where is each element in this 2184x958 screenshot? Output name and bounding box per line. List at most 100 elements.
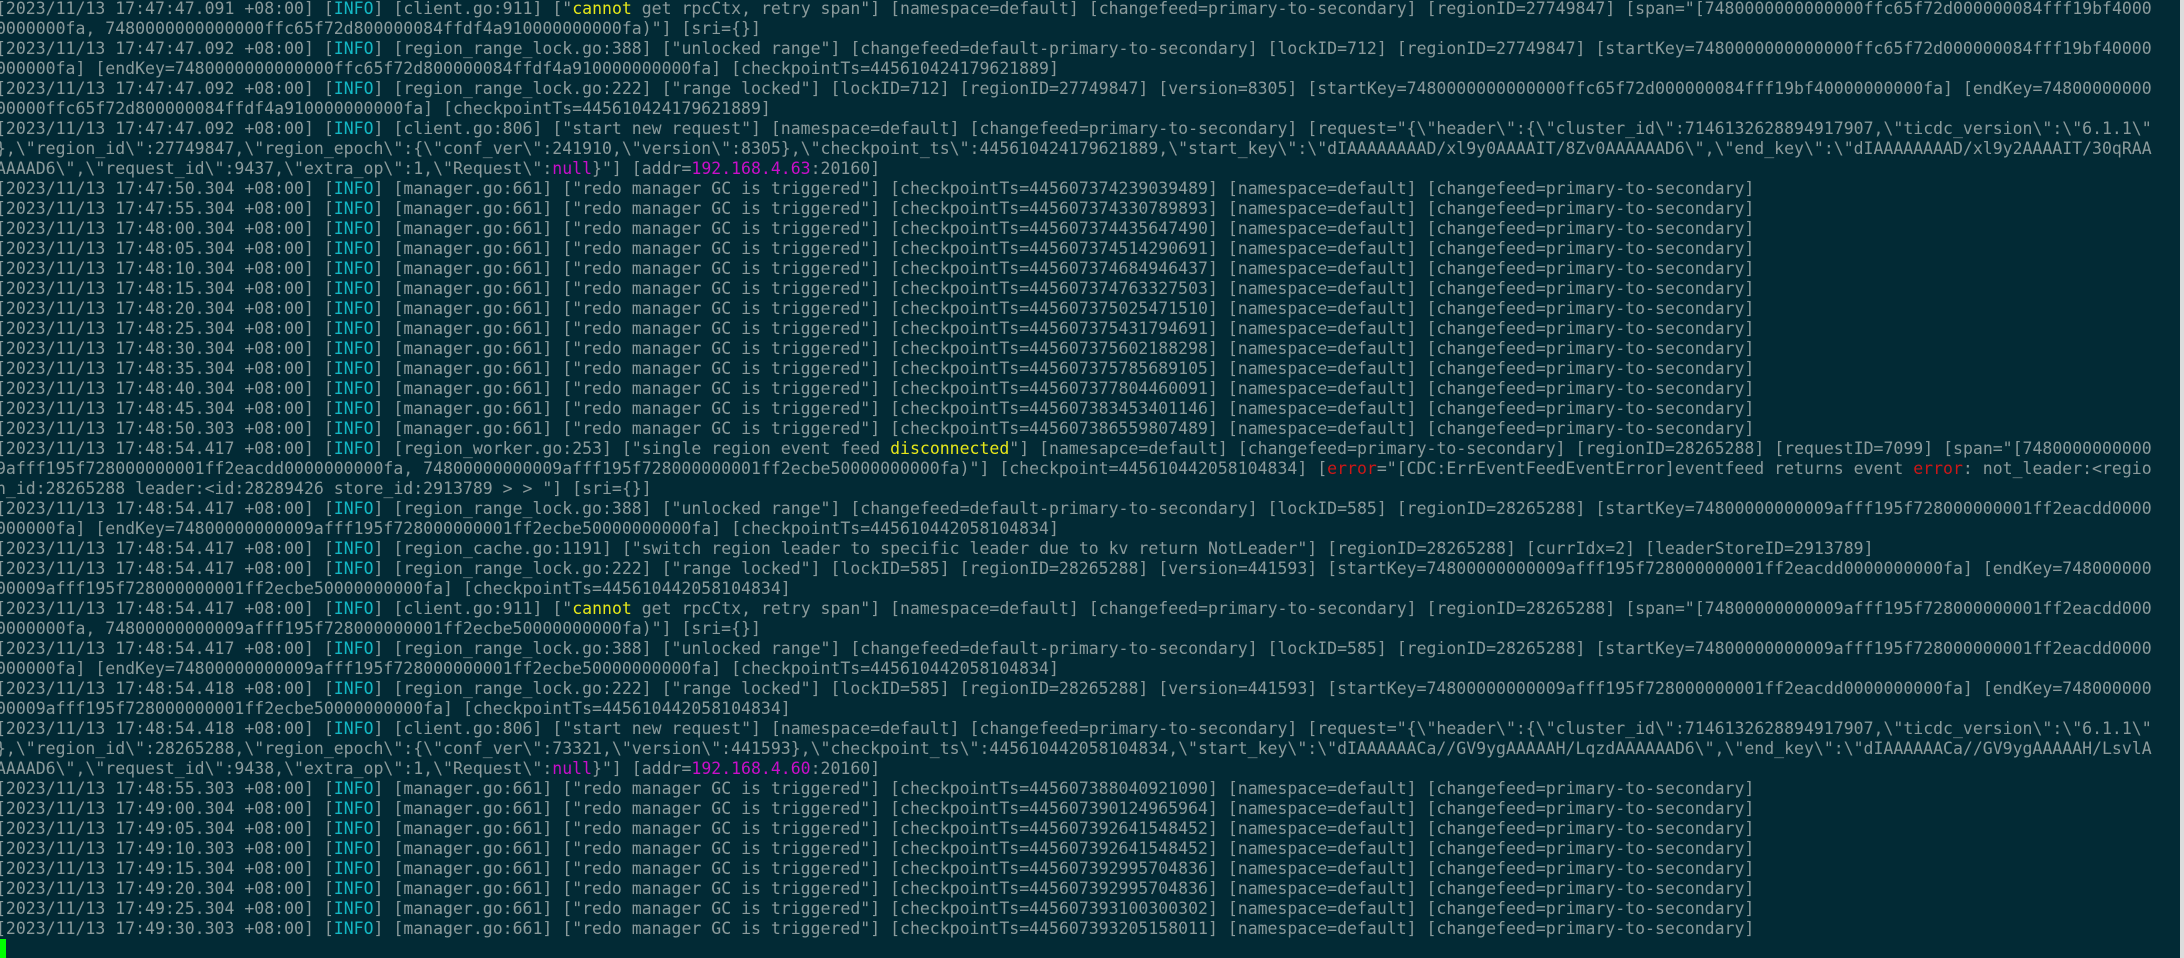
log-text: 000000fa] [endKey=74800000000009afff195f… — [0, 659, 1059, 678]
log-line: AAAAD6\",\"request_id\":9438,\"extra_op\… — [0, 759, 880, 779]
log-line: [2023/11/13 17:47:47.091 +08:00] [INFO] … — [0, 0, 2152, 19]
log-level: INFO — [333, 599, 374, 618]
literal-value: null — [552, 159, 593, 178]
log-line: },\"region_id\":28265288,\"region_epoch\… — [0, 739, 2152, 759]
log-text: n_id:28265288 leader:<id:28289426 store_… — [0, 479, 652, 498]
log-text: ] [manager.go:661] ["redo manager GC is … — [373, 879, 1755, 898]
log-line: [2023/11/13 17:48:54.417 +08:00] [INFO] … — [0, 599, 2152, 619]
log-text: ] [manager.go:661] ["redo manager GC is … — [373, 239, 1755, 258]
log-text: [2023/11/13 17:47:55.304 +08:00] [ — [0, 199, 334, 218]
log-text: ] [manager.go:661] ["redo manager GC is … — [373, 379, 1755, 398]
log-level: INFO — [333, 639, 374, 658]
log-text: AAAAD6\",\"request_id\":9438,\"extra_op\… — [0, 759, 553, 778]
log-level: INFO — [333, 839, 374, 858]
log-text: ] [manager.go:661] ["redo manager GC is … — [373, 919, 1755, 938]
log-text: ] [manager.go:661] ["redo manager GC is … — [373, 799, 1755, 818]
log-text: ] [region_range_lock.go:388] ["unlocked … — [373, 639, 2152, 658]
log-line: [2023/11/13 17:47:47.092 +08:00] [INFO] … — [0, 119, 2152, 139]
log-text: }"] [addr= — [592, 759, 692, 778]
log-text: ] [manager.go:661] ["redo manager GC is … — [373, 259, 1755, 278]
log-text: }"] [addr= — [592, 159, 692, 178]
log-line: [2023/11/13 17:48:30.304 +08:00] [INFO] … — [0, 339, 1754, 359]
log-text: ] [region_worker.go:253] ["single region… — [373, 439, 891, 458]
log-line: 9afff195f728000000001ff2eacdd0000000000f… — [0, 459, 2152, 479]
log-text: "] [namesapce=default] [changefeed=prima… — [1009, 439, 2152, 458]
log-text: ] [client.go:911] [" — [373, 599, 573, 618]
log-level: INFO — [333, 319, 374, 338]
log-line: [2023/11/13 17:47:55.304 +08:00] [INFO] … — [0, 199, 1754, 219]
log-text: [2023/11/13 17:48:40.304 +08:00] [ — [0, 379, 334, 398]
log-line: 0000000fa, 7480000000000000ffc65f72d8000… — [0, 19, 761, 39]
log-text: [2023/11/13 17:48:00.304 +08:00] [ — [0, 219, 334, 238]
log-line: [2023/11/13 17:48:40.304 +08:00] [INFO] … — [0, 379, 1754, 399]
log-text: [2023/11/13 17:48:54.417 +08:00] [ — [0, 639, 334, 658]
log-text: [2023/11/13 17:48:25.304 +08:00] [ — [0, 319, 334, 338]
log-text: [2023/11/13 17:48:50.303 +08:00] [ — [0, 419, 334, 438]
log-text: [2023/11/13 17:48:15.304 +08:00] [ — [0, 279, 334, 298]
log-text: [2023/11/13 17:48:10.304 +08:00] [ — [0, 259, 334, 278]
log-line: [2023/11/13 17:48:50.303 +08:00] [INFO] … — [0, 419, 1754, 439]
log-level: INFO — [333, 179, 374, 198]
log-text: [2023/11/13 17:48:05.304 +08:00] [ — [0, 239, 334, 258]
log-text: ] [manager.go:661] ["redo manager GC is … — [373, 359, 1755, 378]
log-level: INFO — [333, 499, 374, 518]
log-line: [2023/11/13 17:48:54.418 +08:00] [INFO] … — [0, 719, 2152, 739]
log-level: INFO — [333, 219, 374, 238]
log-text: ] [manager.go:661] ["redo manager GC is … — [373, 419, 1755, 438]
log-text: [2023/11/13 17:48:54.417 +08:00] [ — [0, 499, 334, 518]
log-line: 00000ffc65f72d800000084ffdf4a91000000000… — [0, 99, 771, 119]
log-text: ] [manager.go:661] ["redo manager GC is … — [373, 839, 1755, 858]
log-text: ] [manager.go:661] ["redo manager GC is … — [373, 299, 1755, 318]
log-level: INFO — [333, 879, 374, 898]
error-keyword: error — [1327, 459, 1377, 478]
log-text: [2023/11/13 17:48:54.417 +08:00] [ — [0, 539, 334, 558]
log-text: ] [manager.go:661] ["redo manager GC is … — [373, 219, 1755, 238]
log-text: :20160] — [810, 159, 881, 178]
log-text: [2023/11/13 17:49:25.304 +08:00] [ — [0, 899, 334, 918]
log-line: n_id:28265288 leader:<id:28289426 store_… — [0, 479, 652, 499]
log-line: [2023/11/13 17:48:54.418 +08:00] [INFO] … — [0, 679, 2152, 699]
log-text: [2023/11/13 17:49:15.304 +08:00] [ — [0, 859, 334, 878]
log-line: [2023/11/13 17:48:54.417 +08:00] [INFO] … — [0, 559, 2152, 579]
log-line: [2023/11/13 17:49:30.303 +08:00] [INFO] … — [0, 919, 1754, 939]
log-line: [2023/11/13 17:49:15.304 +08:00] [INFO] … — [0, 859, 1754, 879]
log-line: [2023/11/13 17:49:05.304 +08:00] [INFO] … — [0, 819, 1754, 839]
literal-value: 192.168.4.60 — [691, 759, 811, 778]
log-level: INFO — [333, 239, 374, 258]
log-text: [2023/11/13 17:48:55.303 +08:00] [ — [0, 779, 334, 798]
window-border — [2180, 0, 2184, 958]
log-level: INFO — [333, 0, 374, 18]
log-level: INFO — [333, 259, 374, 278]
log-text: ] [manager.go:661] ["redo manager GC is … — [373, 819, 1755, 838]
log-level: INFO — [333, 199, 374, 218]
literal-value: 192.168.4.63 — [691, 159, 811, 178]
highlight-keyword: disconnected — [890, 439, 1010, 458]
log-text: [2023/11/13 17:47:47.091 +08:00] [ — [0, 0, 334, 18]
log-text: get rpcCtx, retry span"] [namespace=defa… — [631, 0, 2152, 18]
log-text: [2023/11/13 17:48:45.304 +08:00] [ — [0, 399, 334, 418]
log-text: },\"region_id\":27749847,\"region_epoch\… — [0, 139, 2152, 158]
log-line: [2023/11/13 17:47:50.304 +08:00] [INFO] … — [0, 179, 1754, 199]
log-line: [2023/11/13 17:48:54.417 +08:00] [INFO] … — [0, 439, 2152, 459]
log-level: INFO — [333, 339, 374, 358]
terminal-window[interactable]: [2023/11/13 17:47:47.091 +08:00] [INFO] … — [0, 0, 2180, 958]
log-level: INFO — [333, 779, 374, 798]
log-level: INFO — [333, 539, 374, 558]
log-line: [2023/11/13 17:48:54.417 +08:00] [INFO] … — [0, 499, 2152, 519]
log-level: INFO — [333, 859, 374, 878]
log-line: [2023/11/13 17:49:25.304 +08:00] [INFO] … — [0, 899, 1754, 919]
log-level: INFO — [333, 899, 374, 918]
log-line: [2023/11/13 17:48:15.304 +08:00] [INFO] … — [0, 279, 1754, 299]
log-text: },\"region_id\":28265288,\"region_epoch\… — [0, 739, 2152, 758]
log-level: INFO — [333, 419, 374, 438]
log-level: INFO — [333, 119, 374, 138]
log-text: ] [manager.go:661] ["redo manager GC is … — [373, 859, 1755, 878]
log-text: :20160] — [810, 759, 881, 778]
log-text: : not_leader:<regio — [1962, 459, 2152, 478]
log-level: INFO — [333, 559, 374, 578]
log-text: [2023/11/13 17:49:20.304 +08:00] [ — [0, 879, 334, 898]
log-text: [2023/11/13 17:47:47.092 +08:00] [ — [0, 79, 334, 98]
log-text: [2023/11/13 17:48:35.304 +08:00] [ — [0, 359, 334, 378]
log-text: [2023/11/13 17:47:47.092 +08:00] [ — [0, 119, 334, 138]
log-text: [2023/11/13 17:49:05.304 +08:00] [ — [0, 819, 334, 838]
